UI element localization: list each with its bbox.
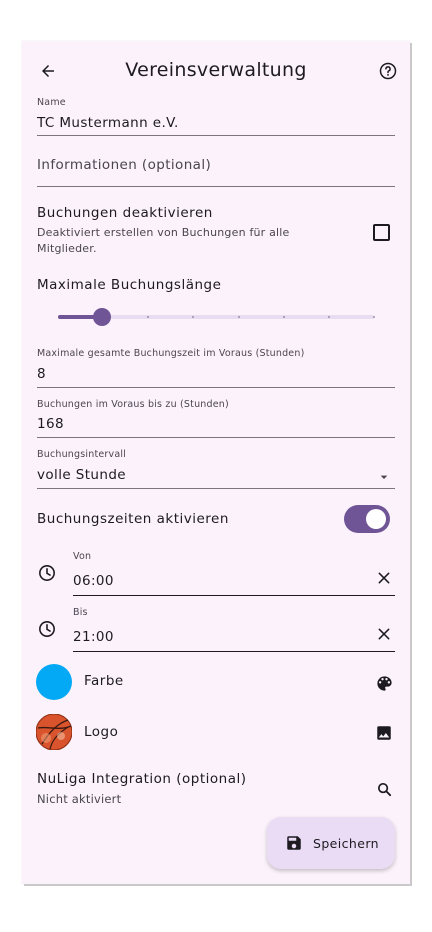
save-button-label: Speichern — [313, 835, 379, 851]
to-time-label: Bis — [73, 607, 88, 618]
save-button[interactable]: Speichern — [267, 817, 395, 869]
name-field-value: TC Mustermann e.V. — [37, 115, 179, 131]
clock-icon — [36, 562, 58, 584]
color-row-label: Farbe — [84, 673, 124, 689]
help-button[interactable] — [374, 57, 402, 85]
total-time-field-underline — [37, 387, 395, 388]
max-booking-length-title: Maximale Buchungslänge — [37, 277, 222, 293]
palette-icon[interactable] — [373, 672, 395, 694]
slider-thumb[interactable] — [93, 308, 111, 326]
to-time-underline — [73, 651, 395, 652]
dropdown-arrow-icon — [376, 469, 392, 485]
name-field-label: Name — [37, 97, 66, 108]
clock-icon — [36, 618, 58, 640]
info-field-underline — [37, 186, 395, 187]
search-icon[interactable] — [373, 778, 395, 800]
to-time-value: 21:00 — [73, 629, 114, 645]
close-icon — [378, 628, 390, 640]
logo-row-label: Logo — [84, 724, 119, 740]
clear-to-button[interactable] — [373, 623, 395, 645]
slider-tick — [283, 316, 285, 318]
close-icon — [378, 572, 390, 584]
from-time-value: 06:00 — [73, 573, 114, 589]
help-circle-icon — [379, 62, 397, 80]
advance-field-underline — [37, 437, 395, 438]
slider-tick — [373, 316, 375, 318]
booking-times-label: Buchungszeiten aktivieren — [37, 511, 229, 527]
interval-dropdown-value: volle Stunde — [37, 467, 126, 483]
total-time-field-value: 8 — [37, 366, 46, 382]
info-field-placeholder: Informationen (optional) — [37, 157, 212, 173]
booking-times-switch[interactable] — [344, 505, 390, 533]
color-swatch — [36, 664, 72, 700]
name-field-underline — [37, 135, 395, 136]
bookings-disable-checkbox[interactable] — [373, 224, 390, 241]
bookings-disable-title: Buchungen deaktivieren — [37, 205, 213, 221]
from-time-underline — [73, 595, 395, 596]
total-time-field-label: Maximale gesamte Buchungszeit im Voraus … — [37, 348, 305, 359]
app-screen: Vereinsverwaltung Name TC Mustermann e.V… — [22, 41, 410, 884]
clear-from-button[interactable] — [373, 567, 395, 589]
max-booking-length-slider[interactable] — [58, 307, 375, 327]
image-icon[interactable] — [373, 722, 395, 744]
slider-tick — [192, 316, 194, 318]
nuliga-title: NuLiga Integration (optional) — [37, 771, 247, 787]
save-icon — [287, 836, 301, 850]
slider-tick — [328, 316, 330, 318]
interval-dropdown-underline — [37, 488, 395, 489]
from-time-label: Von — [73, 551, 92, 562]
nuliga-subtitle: Nicht aktiviert — [37, 792, 122, 806]
advance-field-label: Buchungen im Voraus bis zu (Stunden) — [37, 399, 229, 410]
advance-field-value: 168 — [37, 416, 64, 432]
slider-tick — [238, 316, 240, 318]
logo-image — [35, 713, 73, 751]
page-title: Vereinsverwaltung — [125, 59, 307, 81]
slider-tick — [147, 316, 149, 318]
bookings-disable-subtitle: Deaktiviert erstellen von Buchungen für … — [37, 226, 290, 255]
interval-dropdown-label: Buchungsintervall — [37, 449, 127, 460]
switch-knob — [366, 509, 386, 529]
